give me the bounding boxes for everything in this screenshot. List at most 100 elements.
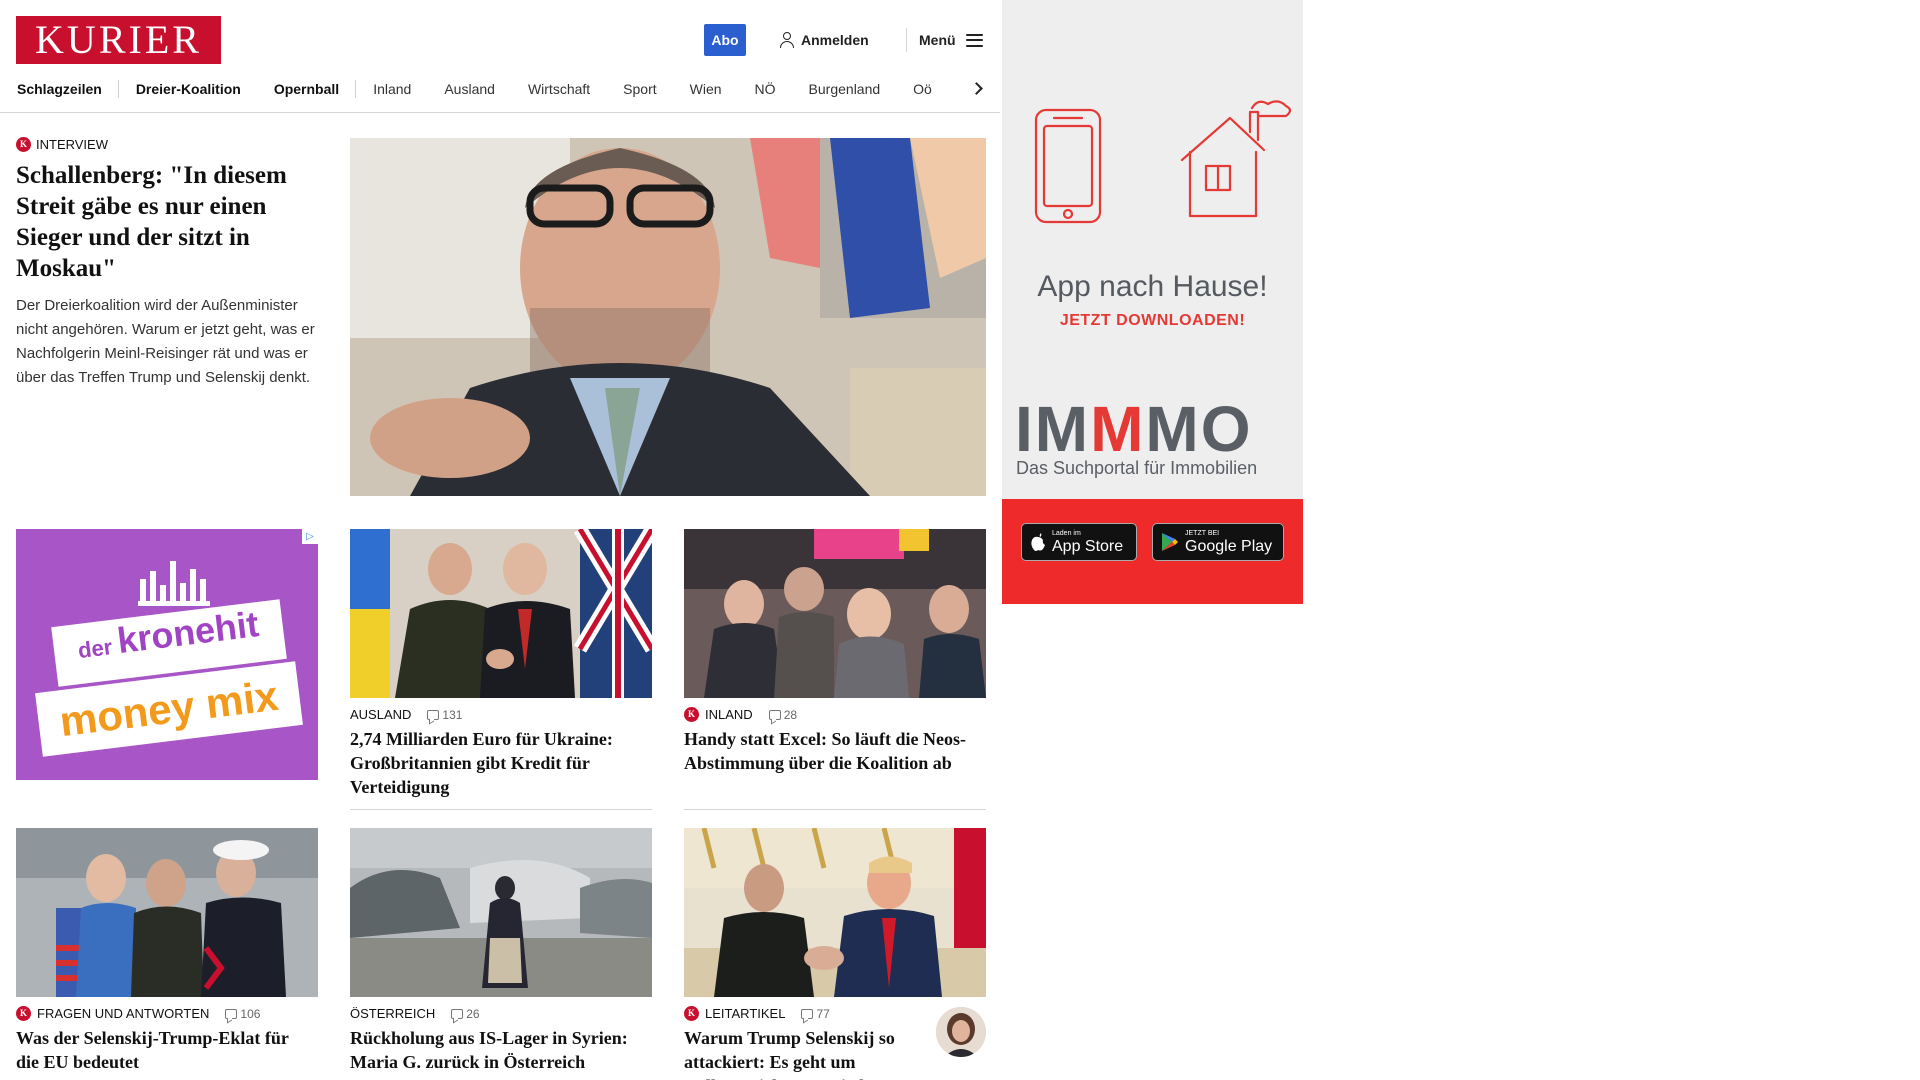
- nav-item-noe[interactable]: NÖ: [755, 81, 776, 97]
- article-meta: K INLAND 28: [684, 707, 797, 722]
- comment-count-value: 131: [442, 707, 463, 722]
- article-photo: [350, 529, 652, 698]
- category-nav: Schlagzeilen Dreier-Koalition Opernball …: [17, 78, 987, 100]
- lead-article[interactable]: K INTERVIEW Schallenberg: "In diesem Str…: [16, 137, 321, 390]
- app-store-small: Laden im: [1052, 529, 1081, 537]
- sidebar-ad[interactable]: App nach Hause! JETZT DOWNLOADEN! IMMMO …: [1002, 0, 1303, 604]
- lead-teaser: Der Dreierkoalition wird der Außenminist…: [16, 297, 315, 386]
- article-image-oesterreich[interactable]: [350, 828, 652, 997]
- immmo-logo-part: IM: [1015, 393, 1091, 465]
- author-avatar[interactable]: [936, 1007, 986, 1057]
- article-category[interactable]: INLAND: [705, 707, 753, 722]
- ad-text-kronehit: kronehit: [114, 603, 261, 662]
- google-play-button[interactable]: JETZT BEI Google Play: [1152, 523, 1284, 561]
- immmo-logo: IMMMO: [1015, 392, 1253, 466]
- login-label: Anmelden: [801, 32, 869, 48]
- sidebar-ad-title: App nach Hause!: [1037, 270, 1268, 303]
- abo-button[interactable]: Abo: [704, 24, 746, 56]
- kurier-plus-icon: K: [684, 1006, 699, 1021]
- nav-item-schlagzeilen[interactable]: Schlagzeilen: [17, 81, 102, 97]
- article-title[interactable]: Warum Trump Selenskij so attackiert: Es …: [684, 1026, 914, 1080]
- comment-count[interactable]: 131: [427, 708, 462, 722]
- article-photo: [684, 828, 986, 997]
- menu-label: Menü: [919, 32, 956, 48]
- lead-image[interactable]: [350, 138, 986, 496]
- article-photo: [684, 529, 986, 698]
- article-category[interactable]: LEITARTIKEL: [705, 1006, 785, 1021]
- article-title[interactable]: 2,74 Milliarden Euro für Ukraine: Großbr…: [350, 727, 650, 799]
- nav-item-wien[interactable]: Wien: [690, 81, 722, 97]
- comment-count-value: 26: [466, 1006, 480, 1021]
- comment-count[interactable]: 26: [451, 1006, 480, 1021]
- article-title[interactable]: Rückholung aus IS-Lager in Syrien: Maria…: [350, 1026, 650, 1074]
- kronehit-ad[interactable]: ▷ der kronehit money mix: [16, 529, 318, 780]
- article-meta: K FRAGEN UND ANTWORTEN 106: [16, 1006, 260, 1021]
- immmo-logo-part: MO: [1145, 393, 1253, 465]
- nav-item-burgenland[interactable]: Burgenland: [809, 81, 881, 97]
- article-image-fragen[interactable]: [16, 828, 318, 997]
- comment-icon: [451, 1008, 464, 1019]
- lead-kicker: K INTERVIEW: [16, 137, 321, 152]
- lead-photo: [350, 138, 986, 496]
- app-store-button[interactable]: Laden im App Store: [1021, 523, 1137, 561]
- kurier-plus-icon: K: [16, 1006, 31, 1021]
- header-divider: [906, 28, 907, 52]
- nav-separator: [117, 80, 119, 98]
- article-divider: [684, 809, 986, 810]
- kurier-logo[interactable]: KURIER: [16, 16, 221, 64]
- comment-count[interactable]: 28: [768, 707, 798, 722]
- comment-icon: [768, 709, 781, 720]
- article-divider: [350, 809, 652, 810]
- comment-icon: [427, 709, 440, 720]
- nav-scroll-right-button[interactable]: [969, 79, 983, 97]
- nav-item-opernball[interactable]: Opernball: [274, 81, 339, 97]
- sidebar-ad-subtitle[interactable]: JETZT DOWNLOADEN!: [1002, 312, 1303, 330]
- crown-icon: [138, 561, 210, 606]
- comment-count[interactable]: 106: [225, 1007, 260, 1021]
- article-title[interactable]: Handy statt Excel: So läuft die Neos-Abs…: [684, 727, 984, 775]
- google-play-icon: [1162, 533, 1178, 551]
- article-photo: [350, 828, 652, 997]
- article-meta: K LEITARTIKEL 77: [684, 1006, 830, 1021]
- comment-icon: [225, 1008, 238, 1019]
- author-photo: [936, 1007, 986, 1057]
- nav-item-inland[interactable]: Inland: [373, 81, 411, 97]
- immmo-logo-accent: M: [1090, 393, 1146, 465]
- nav-separator: [355, 80, 357, 98]
- article-photo: [16, 828, 318, 997]
- nav-item-ooe[interactable]: Oö: [913, 81, 932, 97]
- nav-item-ausland[interactable]: Ausland: [444, 81, 495, 97]
- kurier-plus-icon: K: [684, 707, 699, 722]
- article-category[interactable]: AUSLAND: [350, 707, 411, 722]
- comment-icon: [801, 1008, 814, 1019]
- chevron-right-icon: [969, 81, 983, 95]
- article-title[interactable]: Was der Selenskij-Trump-Eklat für die EU…: [16, 1026, 316, 1074]
- comment-count-value: 28: [783, 707, 798, 722]
- nav-item-dreier-koalition[interactable]: Dreier-Koalition: [136, 81, 241, 97]
- article-image-leitartikel[interactable]: [684, 828, 986, 997]
- ad-text-der: der: [76, 634, 114, 664]
- article-image-inland[interactable]: [684, 529, 986, 698]
- google-play-label: Google Play: [1185, 537, 1273, 555]
- user-icon: [779, 32, 795, 48]
- kurier-plus-icon: K: [16, 137, 31, 152]
- comment-count-value: 77: [816, 1006, 830, 1021]
- app-store-label: App Store: [1052, 537, 1124, 555]
- comment-count[interactable]: 77: [801, 1006, 830, 1021]
- site-header: KURIER Abo Anmelden Menü Schlagzeilen Dr…: [0, 0, 1000, 113]
- article-image-ausland[interactable]: [350, 529, 652, 698]
- lead-title[interactable]: Schallenberg: "In diesem Streit gäbe es …: [16, 160, 321, 284]
- login-button[interactable]: Anmelden: [779, 24, 869, 56]
- menu-button[interactable]: Menü: [919, 24, 983, 56]
- article-category[interactable]: ÖSTERREICH: [350, 1006, 435, 1021]
- ad-choices-icon[interactable]: ▷: [302, 529, 318, 544]
- article-meta: AUSLAND 131: [350, 707, 462, 722]
- nav-item-sport[interactable]: Sport: [623, 81, 656, 97]
- ad-text-moneymix: money mix: [57, 671, 281, 746]
- article-meta: ÖSTERREICH 26: [350, 1006, 480, 1021]
- nav-item-wirtschaft[interactable]: Wirtschaft: [528, 81, 590, 97]
- article-category[interactable]: FRAGEN UND ANTWORTEN: [37, 1006, 209, 1021]
- app-illustration: [1034, 100, 1292, 224]
- comment-count-value: 106: [240, 1006, 261, 1021]
- page: KURIER Abo Anmelden Menü Schlagzeilen Dr…: [0, 0, 1920, 1080]
